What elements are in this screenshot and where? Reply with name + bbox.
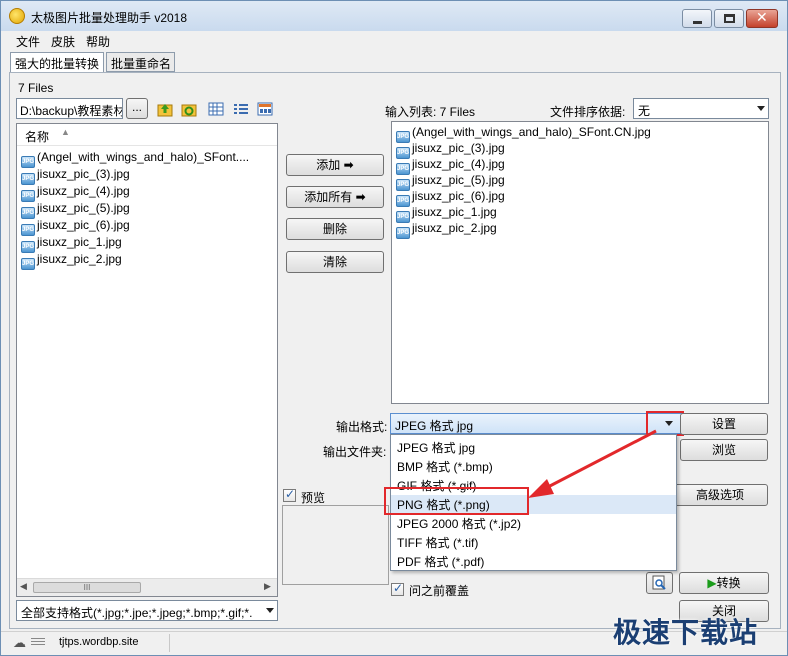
status-url[interactable]: tjtps.wordbp.site xyxy=(59,636,138,648)
status-divider xyxy=(169,634,170,652)
annotation-arrow xyxy=(528,429,657,498)
app-window: 太极图片批量处理助手 v2018 ✕ 文件 皮肤 帮助 强大的批量转换 批量重命… xyxy=(0,0,788,656)
watermark: 极速下载站 xyxy=(613,617,759,648)
cloud-icon: ☁ xyxy=(13,635,26,650)
menu-lines-icon xyxy=(31,638,45,639)
